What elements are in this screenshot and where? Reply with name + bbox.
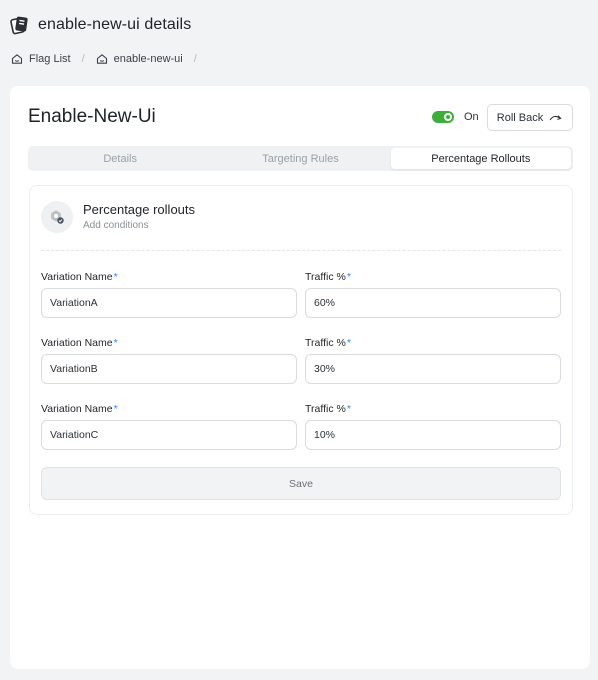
tab-targeting-rules[interactable]: Targeting Rules xyxy=(210,148,390,169)
panel-subtitle: Add conditions xyxy=(83,220,149,231)
home-icon xyxy=(11,54,23,64)
save-button[interactable]: Save xyxy=(41,467,561,500)
roll-back-label: Roll Back xyxy=(496,111,544,124)
traffic-label: Traffic %* xyxy=(305,337,351,349)
variation-name-input[interactable]: VariationB xyxy=(41,354,297,384)
breadcrumb-label: Flag List xyxy=(29,53,71,65)
traffic-input[interactable]: 10% xyxy=(305,420,561,450)
traffic-input[interactable]: 60% xyxy=(305,288,561,318)
toggle-label: On xyxy=(464,111,479,123)
breadcrumb-item-flag-list[interactable]: Flag List xyxy=(11,53,71,65)
home-icon xyxy=(96,54,107,64)
breadcrumb: Flag List / enable-new-ui / xyxy=(11,53,208,65)
redo-arrow-icon xyxy=(549,114,562,120)
variation-name-label: Variation Name* xyxy=(41,271,118,283)
page-header: enable-new-ui details xyxy=(10,14,191,36)
rollout-badge-icon xyxy=(41,201,73,233)
flag-title: Enable-New-Ui xyxy=(28,106,156,127)
variation-name-input[interactable]: VariationA xyxy=(41,288,297,318)
flag-docs-icon xyxy=(10,14,30,36)
traffic-label: Traffic %* xyxy=(305,271,351,283)
tab-bar: Details Targeting Rules Percentage Rollo… xyxy=(28,146,573,171)
flag-detail-card: Enable-New-Ui On Roll Back Details Targe… xyxy=(10,86,590,669)
divider xyxy=(41,250,561,251)
breadcrumb-item-current[interactable]: enable-new-ui xyxy=(96,53,183,65)
tab-details[interactable]: Details xyxy=(30,148,210,169)
traffic-label: Traffic %* xyxy=(305,403,351,415)
panel-title: Percentage rollouts xyxy=(83,202,196,217)
traffic-input[interactable]: 30% xyxy=(305,354,561,384)
variation-name-input[interactable]: VariationC xyxy=(41,420,297,450)
variation-name-label: Variation Name* xyxy=(41,337,118,349)
breadcrumb-separator: / xyxy=(193,53,197,65)
flag-toggle[interactable] xyxy=(432,111,454,123)
roll-back-button[interactable]: Roll Back xyxy=(487,104,573,131)
breadcrumb-label: enable-new-ui xyxy=(113,53,183,65)
toggle-knob xyxy=(444,113,452,121)
variation-name-label: Variation Name* xyxy=(41,403,118,415)
page-title: enable-new-ui details xyxy=(38,16,192,33)
breadcrumb-separator: / xyxy=(81,53,85,65)
tab-percentage-rollouts[interactable]: Percentage Rollouts xyxy=(390,148,571,169)
percentage-rollouts-panel: Percentage rollouts Add conditions Varia… xyxy=(29,185,573,515)
